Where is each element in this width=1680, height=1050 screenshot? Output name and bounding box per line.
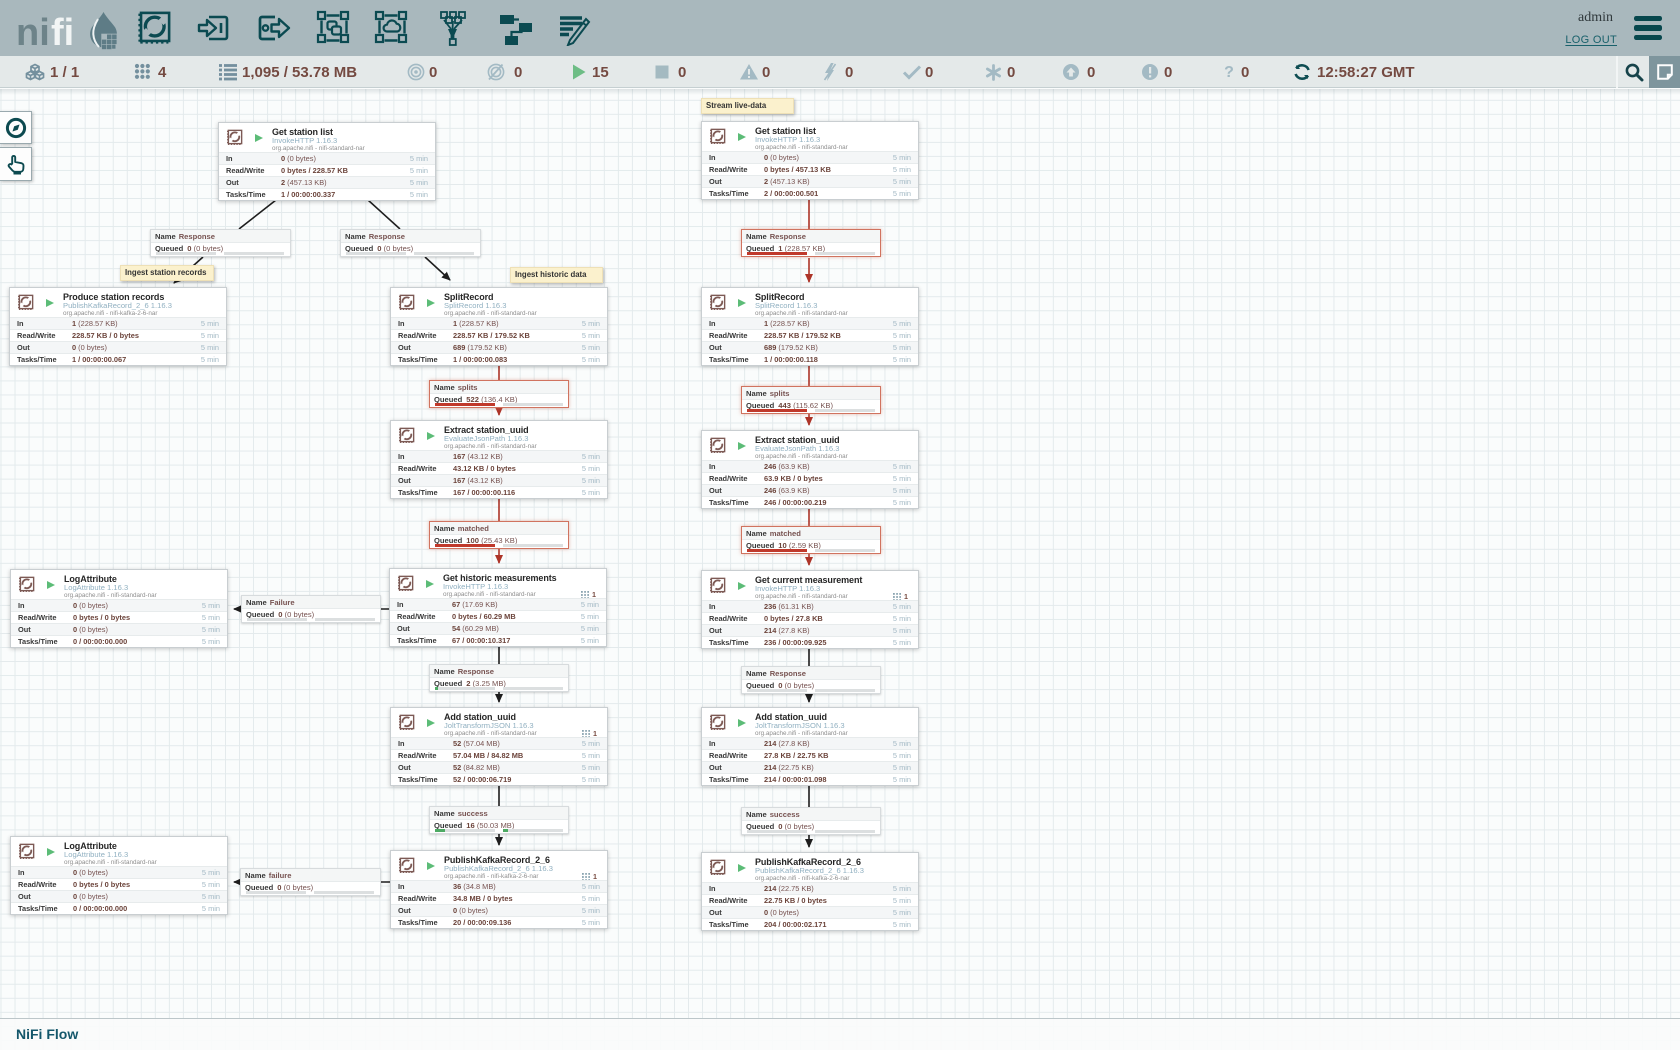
svg-text:ni: ni [16,12,50,54]
svg-text:fi: fi [51,12,74,54]
svg-text:?: ? [1224,64,1234,81]
